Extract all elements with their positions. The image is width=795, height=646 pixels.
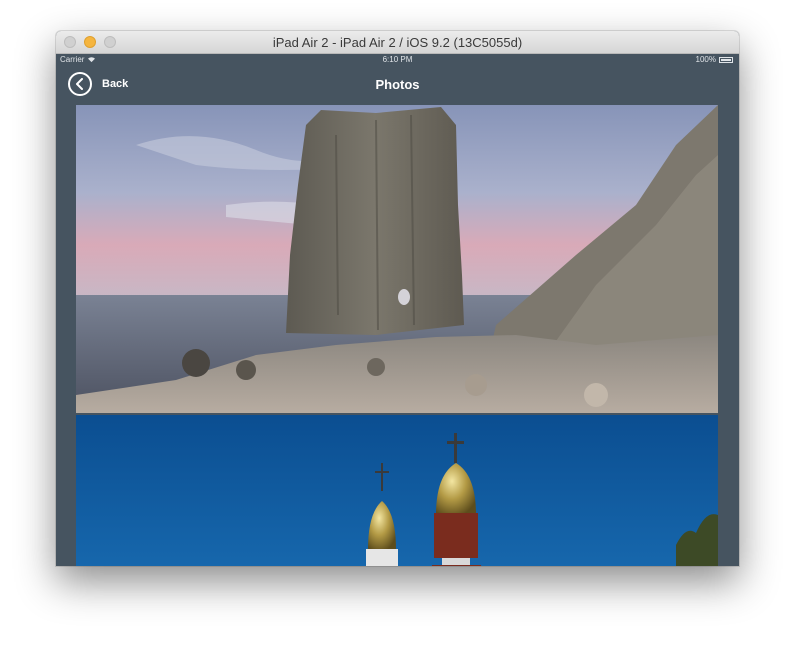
status-bar: Carrier 6:10 PM 100%: [56, 54, 739, 66]
window-titlebar: iPad Air 2 - iPad Air 2 / iOS 9.2 (13C50…: [56, 31, 739, 54]
photo-sea-rock[interactable]: [76, 105, 718, 413]
photo-church-domes[interactable]: [76, 415, 718, 566]
battery-indicator: 100%: [696, 55, 733, 64]
window-title: iPad Air 2 - iPad Air 2 / iOS 9.2 (13C50…: [272, 35, 523, 50]
page-title: Photos: [375, 77, 420, 92]
status-time: 6:10 PM: [382, 55, 413, 64]
navigation-bar: Back Photos: [56, 67, 739, 105]
battery-percent: 100%: [695, 55, 716, 64]
simulator-window: iPad Air 2 - iPad Air 2 / iOS 9.2 (13C50…: [56, 31, 739, 566]
photo-gallery[interactable]: [76, 105, 718, 566]
battery-icon: [719, 56, 733, 63]
